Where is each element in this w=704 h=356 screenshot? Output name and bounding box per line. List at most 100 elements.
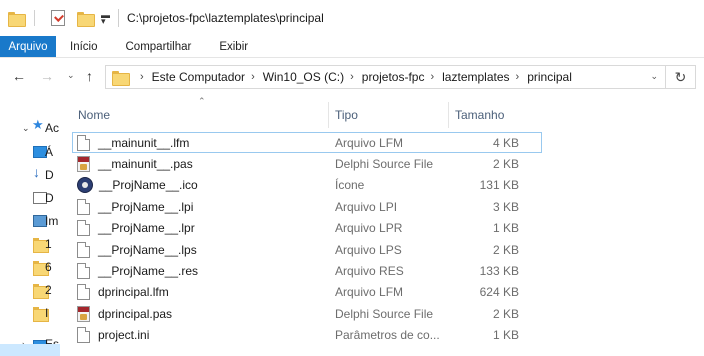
- file-type: Arquivo LFM: [335, 285, 404, 300]
- tab-arquivo[interactable]: Arquivo: [0, 36, 56, 57]
- refresh-button[interactable]: ↻: [666, 65, 696, 89]
- file-size: 4 KB: [492, 135, 519, 150]
- breadcrumb-principal[interactable]: principal: [527, 70, 572, 84]
- navigation-pane: ⌄ ★ Ac Á ↓ D D Im 1 6 2 I › Es: [0, 98, 60, 356]
- file-name-cell[interactable]: __ProjName__.ico: [73, 177, 329, 194]
- file-name-cell[interactable]: dprincipal.lfm: [73, 284, 329, 301]
- file-name: dprincipal.lfm: [98, 285, 169, 300]
- tab-inicio[interactable]: Início: [56, 36, 112, 57]
- breadcrumb-laztemplates[interactable]: laztemplates: [442, 70, 509, 84]
- file-size: 2 KB: [492, 157, 519, 172]
- file-type: Arquivo RES: [335, 264, 404, 279]
- nav-item-label: Im: [45, 214, 59, 228]
- chevron-down-icon[interactable]: ⌄: [650, 71, 658, 82]
- file-icon: [77, 263, 90, 280]
- file-type: Arquivo LFM: [335, 135, 404, 150]
- nav-item-label: 2: [45, 283, 52, 297]
- file-icon: [77, 134, 90, 151]
- up-arrow-icon[interactable]: ↑: [86, 68, 93, 84]
- column-headers: Nome Tipo Tamanho: [72, 102, 542, 128]
- back-arrow-icon[interactable]: ←: [12, 68, 26, 84]
- tab-compartilhar[interactable]: Compartilhar: [112, 36, 206, 57]
- divider: [34, 10, 35, 26]
- chevron-right-icon[interactable]: ›: [140, 71, 144, 83]
- chevron-right-icon[interactable]: ›: [430, 71, 434, 83]
- file-size: 131 KB: [479, 178, 519, 193]
- icon-file-icon: [77, 177, 93, 194]
- table-row[interactable]: __ProjName__.res Arquivo RES 133 KB: [72, 260, 542, 281]
- nav-item-label: 1: [45, 237, 52, 251]
- divider: [118, 9, 119, 27]
- file-name: project.ini: [98, 328, 150, 343]
- table-row[interactable]: __ProjName__.ico Ícone 131 KB: [72, 175, 542, 196]
- navigation-bar: ← → ⌄ ↑ › Este Computador › Win10_OS (C:…: [0, 58, 704, 98]
- nav-item-label: 6: [45, 260, 52, 274]
- file-size: 624 KB: [479, 285, 519, 300]
- file-type: Ícone: [335, 178, 365, 193]
- file-type: Arquivo LPS: [335, 242, 402, 257]
- nav-item-label: I: [45, 306, 49, 320]
- file-size: 1 KB: [492, 328, 519, 343]
- new-folder-icon[interactable]: [77, 11, 95, 27]
- table-row[interactable]: dprincipal.pas Delphi Source File 2 KB: [72, 303, 542, 324]
- file-name: __ProjName__.res: [98, 264, 199, 279]
- file-icon: [77, 284, 90, 301]
- file-icon: [77, 220, 90, 237]
- tab-exibir[interactable]: Exibir: [205, 36, 262, 57]
- file-name: __ProjName__.lpr: [98, 221, 195, 236]
- file-type: Delphi Source File: [335, 157, 434, 172]
- file-type: Arquivo LPI: [335, 199, 398, 214]
- file-name: __ProjName__.ico: [99, 178, 198, 193]
- file-list: ⌃ Nome Tipo Tamanho __mainunit__.lfm Arq…: [60, 96, 704, 356]
- file-type: Arquivo LPR: [335, 221, 403, 236]
- window-title: C:\projetos-fpc\laztemplates\principal: [127, 11, 324, 25]
- file-name-cell[interactable]: __ProjName__.res: [73, 263, 329, 280]
- breadcrumb-projetos-fpc[interactable]: projetos-fpc: [362, 70, 425, 84]
- column-header-name[interactable]: Nome: [72, 102, 328, 128]
- file-name-cell[interactable]: __mainunit__.pas: [73, 156, 329, 173]
- file-name: __ProjName__.lps: [98, 242, 197, 257]
- file-type: Parâmetros de co...: [335, 328, 440, 343]
- delphi-file-icon: [77, 305, 90, 322]
- file-name-cell[interactable]: __ProjName__.lps: [73, 241, 329, 258]
- table-row[interactable]: __mainunit__.lfm Arquivo LFM 4 KB: [72, 132, 542, 154]
- table-row[interactable]: __ProjName__.lpi Arquivo LPI 3 KB: [72, 196, 542, 217]
- table-row[interactable]: project.ini Parâmetros de co... 1 KB: [72, 325, 542, 346]
- file-name-cell[interactable]: __ProjName__.lpr: [73, 220, 329, 237]
- file-icon: [77, 327, 90, 344]
- file-size: 1 KB: [492, 221, 519, 236]
- file-name-cell[interactable]: __mainunit__.lfm: [73, 134, 329, 151]
- file-name-cell[interactable]: project.ini: [73, 327, 329, 344]
- nav-item-label: Ac: [45, 121, 60, 135]
- folder-icon: [112, 70, 130, 86]
- column-header-type[interactable]: Tipo: [328, 102, 448, 128]
- file-icon: [77, 241, 90, 258]
- file-size: 133 KB: [479, 264, 519, 279]
- file-name-cell[interactable]: dprincipal.pas: [73, 305, 329, 322]
- title-bar: ▬ ▾ C:\projetos-fpc\laztemplates\principa…: [0, 0, 704, 36]
- breadcrumb-este-computador[interactable]: Este Computador: [152, 70, 245, 84]
- chevron-right-icon[interactable]: ›: [516, 71, 520, 83]
- refresh-icon: ↻: [674, 68, 687, 85]
- address-bar[interactable]: › Este Computador › Win10_OS (C:) › proj…: [105, 65, 666, 89]
- file-rows: __mainunit__.lfm Arquivo LFM 4 KB __main…: [72, 132, 542, 346]
- forward-arrow-icon[interactable]: →: [40, 68, 54, 84]
- customize-toolbar-icon[interactable]: ▬ ▾: [101, 11, 110, 26]
- star-icon: ★: [32, 117, 44, 132]
- ribbon-tabs: Arquivo Início Compartilhar Exibir: [0, 36, 704, 58]
- table-row[interactable]: __mainunit__.pas Delphi Source File 2 KB: [72, 153, 542, 174]
- column-header-size[interactable]: Tamanho: [448, 102, 522, 128]
- quick-access-toolbar: ▬ ▾: [0, 0, 110, 36]
- file-name-cell[interactable]: __ProjName__.lpi: [73, 198, 329, 215]
- table-row[interactable]: dprincipal.lfm Arquivo LFM 624 KB: [72, 282, 542, 303]
- breadcrumb-win10-os[interactable]: Win10_OS (C:): [263, 70, 344, 84]
- table-row[interactable]: __ProjName__.lpr Arquivo LPR 1 KB: [72, 218, 542, 239]
- properties-icon[interactable]: [51, 10, 65, 26]
- file-name: __mainunit__.pas: [98, 157, 193, 172]
- table-row[interactable]: __ProjName__.lps Arquivo LPS 2 KB: [72, 239, 542, 260]
- chevron-right-icon[interactable]: ›: [251, 71, 255, 83]
- chevron-right-icon[interactable]: ›: [350, 71, 354, 83]
- chevron-down-icon[interactable]: ⌄: [22, 123, 30, 134]
- recent-locations-chevron-icon[interactable]: ⌄: [67, 70, 75, 81]
- file-icon: [77, 198, 90, 215]
